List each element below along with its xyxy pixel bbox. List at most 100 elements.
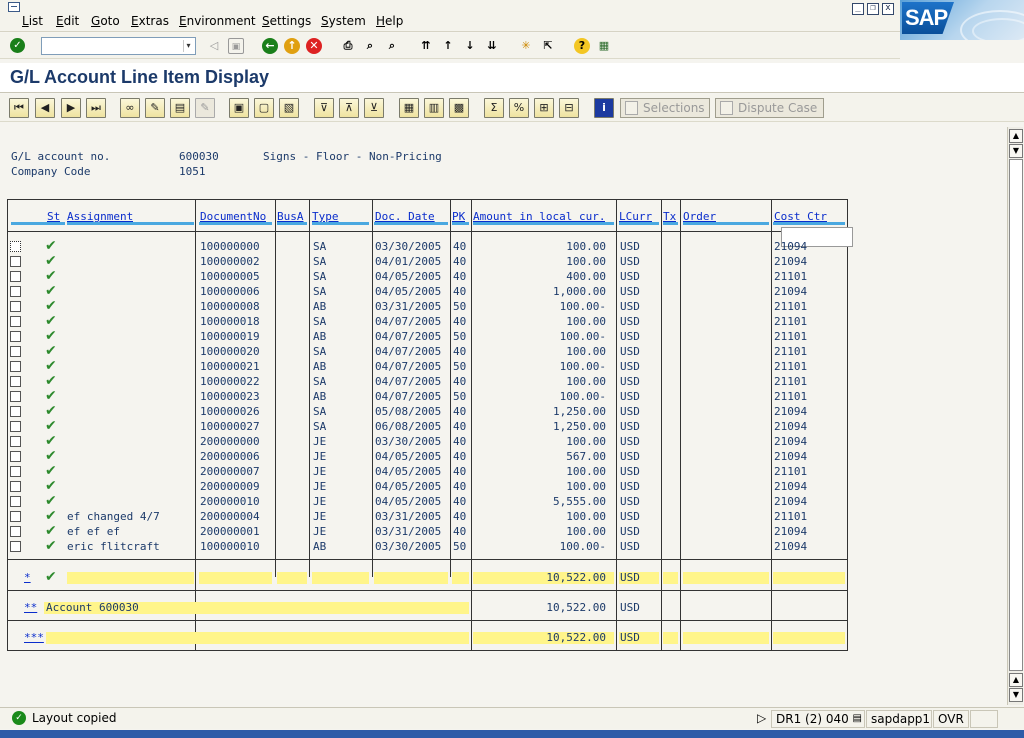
table-row[interactable]: ✔ 200000010 JE 04/05/2005 40 5,555.00 USD 21094 [8, 494, 847, 509]
table-row[interactable]: ✔ eric flitcraft 100000010 AB 03/30/2005 50 10… [8, 539, 847, 554]
menu-goto[interactable]: Goto [91, 14, 120, 28]
table-row[interactable]: ✔ 100000022 SA 04/07/2005 40 100.00 USD 21101 [8, 374, 847, 389]
document-no-cell[interactable]: 200000009 [200, 479, 274, 494]
col-order[interactable]: Order [683, 210, 716, 224]
document-no-cell[interactable]: 100000000 [200, 239, 274, 254]
account-total-label[interactable]: ** [24, 600, 37, 615]
table-row[interactable]: ✔ 100000018 SA 04/07/2005 40 100.00 USD 21101 [8, 314, 847, 329]
row-select-checkbox[interactable] [10, 526, 21, 537]
menu-list[interactable]: List [22, 14, 43, 28]
row-select-checkbox[interactable] [10, 271, 21, 282]
system-list-icon[interactable]: ▤ [853, 711, 862, 727]
row-select-checkbox[interactable] [10, 346, 21, 357]
cancel-icon[interactable]: ✕ [306, 38, 322, 54]
table-row[interactable]: ✔ 100000002 SA 04/01/2005 40 100.00 USD 21094 [8, 254, 847, 269]
layout-menu-icon[interactable]: ▦ [596, 38, 612, 54]
document-no-cell[interactable]: 100000023 [200, 389, 274, 404]
filter-icon[interactable]: ⊽ [314, 98, 334, 118]
table-row[interactable]: ✔ 100000027 SA 06/08/2005 40 1,250.00 USD 21094 [8, 419, 847, 434]
row-select-checkbox[interactable] [10, 256, 21, 267]
exit-icon[interactable]: ↑ [284, 38, 300, 54]
document-no-cell[interactable]: 100000020 [200, 344, 274, 359]
col-doc-date[interactable]: Doc. Date [375, 210, 435, 224]
row-select-checkbox[interactable] [10, 331, 21, 342]
restore-icon[interactable]: ❐ [867, 3, 879, 15]
row-select-checkbox[interactable] [10, 496, 21, 507]
row-select-checkbox[interactable] [10, 361, 21, 372]
minimize-icon[interactable]: _ [852, 3, 864, 15]
window-menu-icon[interactable] [8, 2, 20, 12]
enter-check-icon[interactable]: ✓ [10, 38, 25, 53]
document-no-cell[interactable]: 200000004 [200, 509, 274, 524]
total-sigma-icon[interactable]: Σ [484, 98, 504, 118]
col-amount[interactable]: Amount in local cur. [473, 210, 605, 224]
document-no-cell[interactable]: 100000008 [200, 299, 274, 314]
col-assignment[interactable]: Assignment [67, 210, 133, 224]
document-no-cell[interactable]: 100000026 [200, 404, 274, 419]
row-select-checkbox[interactable] [10, 421, 21, 432]
table-row[interactable]: ✔ ef changed 4/7 200000004 JE 03/31/2005 40 10… [8, 509, 847, 524]
table-row[interactable]: ✔ 100000023 AB 04/07/2005 50 100.00- USD 21101 [8, 389, 847, 404]
document-no-cell[interactable]: 200000007 [200, 464, 274, 479]
selections-button[interactable]: Selections [620, 98, 710, 118]
table-row[interactable]: ✔ 100000020 SA 04/07/2005 40 100.00 USD 21101 [8, 344, 847, 359]
command-field[interactable]: ▾ [41, 37, 196, 55]
document-no-cell[interactable]: 200000000 [200, 434, 274, 449]
grand-total-label[interactable]: *** [24, 630, 44, 645]
sort-descending-icon[interactable]: ⊻ [364, 98, 384, 118]
first-page-icon[interactable]: ⇈ [418, 38, 434, 54]
document-no-cell[interactable]: 100000021 [200, 359, 274, 374]
last-page-icon[interactable]: ⇊ [484, 38, 500, 54]
system-info[interactable]: DR1 (2) 040 ▤ [771, 710, 865, 728]
row-select-checkbox[interactable] [10, 316, 21, 327]
total-label[interactable]: * [24, 570, 31, 585]
help-icon[interactable]: ? [574, 38, 590, 54]
scroll-down-icon[interactable]: ▼ [1009, 688, 1023, 702]
next-item-icon[interactable]: ▶ [61, 98, 81, 118]
row-select-checkbox[interactable] [10, 436, 21, 447]
expand-icon[interactable]: ⊞ [534, 98, 554, 118]
menu-environment[interactable]: Environment [179, 14, 256, 28]
command-input[interactable] [42, 38, 180, 54]
layout-icon[interactable]: ▦ [399, 98, 419, 118]
previous-page-icon[interactable]: ↑ [440, 38, 456, 54]
document-no-cell[interactable]: 100000006 [200, 284, 274, 299]
menu-extras[interactable]: Extras [131, 14, 169, 28]
previous-item-icon[interactable]: ◀ [35, 98, 55, 118]
scroll-up-icon[interactable]: ▲ [1009, 129, 1023, 143]
table-row[interactable]: ✔ 100000021 AB 04/07/2005 50 100.00- USD 21101 [8, 359, 847, 374]
document-no-cell[interactable]: 100000022 [200, 374, 274, 389]
table-row[interactable]: ✔ 200000009 JE 04/05/2005 40 100.00 USD 21094 [8, 479, 847, 494]
document-no-cell[interactable]: 200000001 [200, 524, 274, 539]
table-row[interactable]: ✔ 200000000 JE 03/30/2005 40 100.00 USD 21094 [8, 434, 847, 449]
document-no-cell[interactable]: 100000018 [200, 314, 274, 329]
scroll-page-down-icon[interactable]: ▲ [1009, 673, 1023, 687]
row-select-checkbox[interactable] [10, 391, 21, 402]
menu-system[interactable]: System [321, 14, 366, 28]
back-icon[interactable]: ← [262, 38, 278, 54]
document-no-cell[interactable]: 100000019 [200, 329, 274, 344]
menu-edit[interactable]: Edit [56, 14, 79, 28]
col-type[interactable]: Type [312, 210, 339, 224]
col-document-no[interactable]: DocumentNo [200, 210, 266, 224]
status-expand-icon[interactable]: ▷ [754, 710, 770, 728]
scroll-page-up-icon[interactable]: ▼ [1009, 144, 1023, 158]
scroll-thumb[interactable] [1009, 159, 1023, 671]
status-message[interactable]: Layout copied [32, 711, 117, 725]
change-pencil-icon[interactable]: ✎ [145, 98, 165, 118]
back-arrow-icon[interactable]: ◁ [206, 38, 222, 54]
col-tax[interactable]: Tx [663, 210, 676, 224]
row-select-checkbox[interactable] [10, 301, 21, 312]
collapse-icon[interactable]: ⊟ [559, 98, 579, 118]
choose-layout-icon[interactable]: ▥ [424, 98, 444, 118]
sort-ascending-icon[interactable]: ⊼ [339, 98, 359, 118]
table-row[interactable]: ✔ 100000006 SA 04/05/2005 40 1,000.00 USD 21094 [8, 284, 847, 299]
first-item-icon[interactable]: ⏮ [9, 98, 29, 118]
document-no-cell[interactable]: 200000010 [200, 494, 274, 509]
row-select-checkbox[interactable] [10, 451, 21, 462]
row-select-checkbox[interactable] [10, 541, 21, 552]
info-icon[interactable]: i [594, 98, 614, 118]
close-icon[interactable]: x [882, 3, 894, 15]
vertical-scrollbar[interactable]: ▲ ▼ ▲ ▼ [1007, 127, 1023, 705]
row-select-checkbox[interactable] [10, 511, 21, 522]
